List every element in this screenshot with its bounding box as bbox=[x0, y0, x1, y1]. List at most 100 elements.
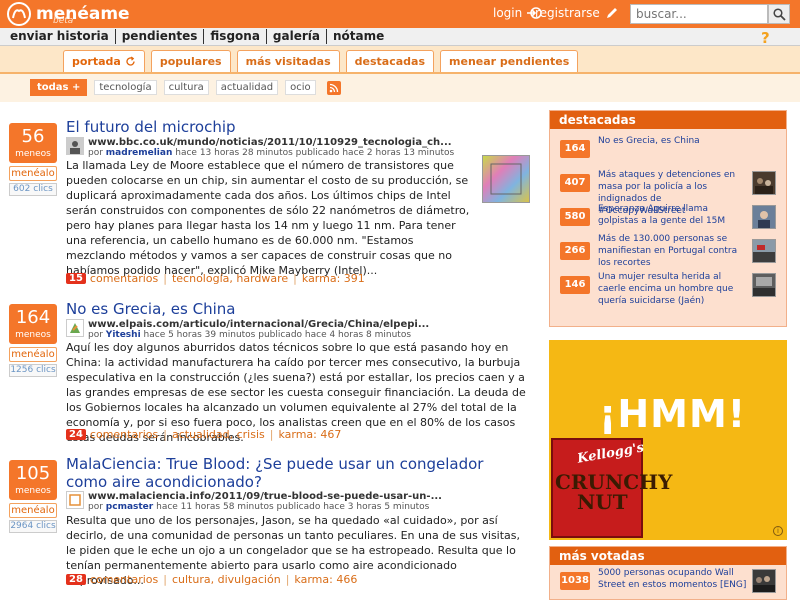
comments-count[interactable]: 15 bbox=[66, 273, 86, 284]
mas-votada-count: 1038 bbox=[560, 572, 590, 590]
destacada-item: 266 Más de 130.000 personas se manifiest… bbox=[550, 233, 786, 269]
portrait-thumbnail-icon bbox=[753, 206, 775, 228]
register-link[interactable]: registrarse bbox=[535, 6, 620, 20]
destacada-count: 146 bbox=[560, 276, 590, 294]
destacada-thumbnail[interactable] bbox=[752, 205, 776, 229]
destacada-thumbnail[interactable] bbox=[752, 273, 776, 297]
nav-fisgona[interactable]: fisgona bbox=[204, 29, 267, 44]
tab-portada[interactable]: portada bbox=[63, 50, 145, 72]
search-button[interactable] bbox=[768, 4, 790, 24]
destacadas-panel: destacadas 164 No es Grecia, es China 40… bbox=[549, 110, 787, 327]
advertisement-banner[interactable]: ¡HMM! Kellogg's CRUNCHY NUT i bbox=[549, 340, 787, 540]
news-user-link[interactable]: pcmaster bbox=[106, 502, 153, 512]
destacada-count: 407 bbox=[560, 174, 590, 192]
destacada-thumbnail[interactable] bbox=[752, 171, 776, 195]
filter-tecnologia[interactable]: tecnología bbox=[94, 80, 157, 95]
news-time: hace 11 horas 58 minutos publicado hace … bbox=[156, 502, 430, 512]
search-icon bbox=[772, 7, 786, 21]
news-por: por bbox=[88, 502, 103, 512]
wall-street-thumbnail-icon bbox=[753, 570, 775, 592]
mas-votada-thumbnail[interactable] bbox=[752, 569, 776, 593]
separator: | bbox=[163, 428, 167, 441]
mas-votadas-title: más votadas bbox=[550, 547, 786, 565]
news-title-link[interactable]: No es Grecia, es China bbox=[66, 300, 526, 318]
news-thumbnail[interactable] bbox=[482, 155, 530, 203]
comments-link[interactable]: comentarios bbox=[90, 428, 158, 441]
ad-headline: ¡HMM! bbox=[599, 392, 747, 436]
news-title-link[interactable]: El futuro del microchip bbox=[66, 118, 526, 136]
menealo-button[interactable]: menéalo bbox=[9, 503, 57, 518]
separator: | bbox=[163, 272, 167, 285]
microchip-thumbnail-icon bbox=[483, 156, 529, 202]
main-nav-bar: enviar historia pendientes fisgona galer… bbox=[0, 28, 800, 46]
user-avatar[interactable] bbox=[66, 319, 84, 337]
separator: | bbox=[269, 428, 274, 441]
comments-link[interactable]: comentarios bbox=[90, 272, 158, 285]
separator: | bbox=[285, 573, 290, 586]
news-user-link[interactable]: madremelian bbox=[106, 148, 173, 158]
tab-mas-visitadas[interactable]: más visitadas bbox=[236, 50, 340, 72]
news-meta: www.bbc.co.uk/mundo/noticias/2011/10/110… bbox=[88, 137, 498, 159]
destacada-link[interactable]: No es Grecia, es China bbox=[598, 135, 750, 147]
meneame-logo-icon bbox=[7, 2, 31, 26]
mas-votadas-panel: más votadas 1038 5000 personas ocupando … bbox=[549, 546, 787, 600]
comments-link[interactable]: comentarios bbox=[90, 573, 158, 586]
menealo-button[interactable]: menéalo bbox=[9, 347, 57, 362]
destacada-link[interactable]: Esperanza Aguirre llama golpistas a la g… bbox=[598, 203, 750, 227]
vote-widget: 56 meneos menéalo 602 clics bbox=[9, 123, 57, 196]
filter-row: todas + tecnología cultura actualidad oc… bbox=[0, 74, 800, 102]
destacada-count: 164 bbox=[560, 140, 590, 158]
vote-count-box: 105 meneos bbox=[9, 460, 57, 500]
comments-count[interactable]: 24 bbox=[66, 429, 86, 440]
section-tabs: portada populares más visitadas destacad… bbox=[63, 50, 579, 72]
login-label: login bbox=[493, 6, 523, 20]
nav-enviar-historia[interactable]: enviar historia bbox=[4, 29, 116, 44]
separator: | bbox=[163, 573, 167, 586]
news-por: por bbox=[88, 330, 103, 340]
destacada-link[interactable]: Más de 130.000 personas se manifiestan e… bbox=[598, 233, 750, 269]
search-input[interactable] bbox=[630, 4, 768, 24]
filter-ocio[interactable]: ocio bbox=[285, 80, 316, 95]
ad-product-line-1: CRUNCHY bbox=[555, 470, 673, 494]
vote-widget: 164 meneos menéalo 1256 clics bbox=[9, 304, 57, 377]
nav-galeria[interactable]: galería bbox=[267, 29, 327, 44]
user-avatar[interactable] bbox=[66, 491, 84, 509]
tab-menear-pendientes[interactable]: menear pendientes bbox=[440, 50, 579, 72]
tab-populares[interactable]: populares bbox=[150, 50, 231, 72]
destacada-item: 407 Más ataques y detenciones en masa po… bbox=[550, 167, 786, 216]
tab-portada-label: portada bbox=[72, 54, 121, 68]
news-title-link[interactable]: MalaCiencia: True Blood: ¿Se puede usar … bbox=[66, 455, 526, 491]
news-body: La llamada Ley de Moore establece que el… bbox=[66, 159, 470, 277]
filter-todas[interactable]: todas + bbox=[30, 79, 88, 96]
ad-info-icon[interactable]: i bbox=[773, 526, 783, 536]
ad-product-line-2: NUT bbox=[577, 490, 628, 514]
separator: | bbox=[293, 272, 297, 285]
news-user-link[interactable]: Yiteshi bbox=[106, 330, 141, 340]
news-url: www.malaciencia.info/2011/09/true-blood-… bbox=[88, 491, 442, 502]
news-tags[interactable]: cultura, divulgación bbox=[172, 573, 281, 586]
news-tags[interactable]: tecnología, hardware bbox=[172, 272, 288, 285]
user-avatar[interactable] bbox=[66, 137, 84, 155]
destacada-link[interactable]: Una mujer resulta herida al caerle encim… bbox=[598, 271, 750, 307]
nav-notame[interactable]: nótame bbox=[327, 29, 390, 44]
comments-count[interactable]: 28 bbox=[66, 574, 86, 585]
mas-votada-link[interactable]: 5000 personas ocupando Wall Street en es… bbox=[598, 567, 750, 591]
vote-count-box: 164 meneos bbox=[9, 304, 57, 344]
news-tags[interactable]: actualidad, crisis bbox=[172, 428, 265, 441]
filter-todas-label: todas bbox=[37, 82, 69, 93]
pencil-icon bbox=[606, 8, 617, 18]
menealo-button[interactable]: menéalo bbox=[9, 166, 57, 181]
filter-actualidad[interactable]: actualidad bbox=[215, 80, 279, 95]
filter-cultura[interactable]: cultura bbox=[163, 80, 209, 95]
destacada-thumbnail[interactable] bbox=[752, 239, 776, 263]
crowd-thumbnail-icon bbox=[753, 172, 775, 194]
tab-destacadas[interactable]: destacadas bbox=[345, 50, 435, 72]
news-karma: karma: 467 bbox=[278, 428, 342, 441]
vote-count-box: 56 meneos bbox=[9, 123, 57, 163]
destacadas-title: destacadas bbox=[550, 111, 786, 129]
rss-button[interactable] bbox=[326, 80, 341, 95]
help-button[interactable]: ? bbox=[761, 29, 770, 47]
nav-pendientes[interactable]: pendientes bbox=[116, 29, 205, 44]
avatar-image-icon bbox=[67, 492, 83, 508]
clics-count: 602 clics bbox=[9, 183, 57, 196]
